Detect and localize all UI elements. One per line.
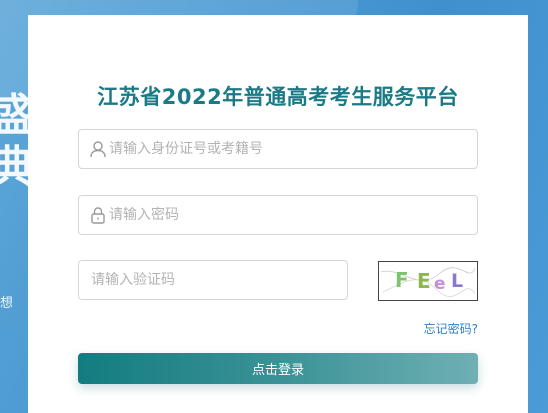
background-calligraphy: 盛 典 xyxy=(0,90,34,194)
captcha-char: F xyxy=(395,268,409,292)
calligraphy-char: 典 xyxy=(0,142,34,193)
calligraphy-char: 盛 xyxy=(0,90,34,141)
captcha-field[interactable] xyxy=(78,260,348,300)
captcha-char: E xyxy=(417,269,431,293)
lock-icon xyxy=(79,206,109,224)
username-input[interactable] xyxy=(109,130,477,168)
captcha-char: L xyxy=(451,270,463,292)
login-panel: 江苏省2022年普通高考考生服务平台 请输入身份证号或考籍号 请输入验证码 F … xyxy=(28,15,528,413)
captcha-char: e xyxy=(434,274,446,294)
page-title: 江苏省2022年普通高考考生服务平台 xyxy=(97,85,459,109)
captcha-input[interactable] xyxy=(79,261,347,299)
forgot-password-link[interactable]: 忘记密码? xyxy=(398,320,478,337)
user-icon xyxy=(79,140,109,158)
password-field[interactable] xyxy=(78,195,478,235)
captcha-image[interactable]: F E e L xyxy=(378,261,478,301)
username-field[interactable] xyxy=(78,129,478,169)
password-input[interactable] xyxy=(109,196,477,234)
login-page: 盛 典 想 事 江苏省2022年普通高考考生服务平台 请输入身份证号或考籍号 请… xyxy=(0,0,548,413)
login-button[interactable]: 点击登录 xyxy=(78,353,478,384)
